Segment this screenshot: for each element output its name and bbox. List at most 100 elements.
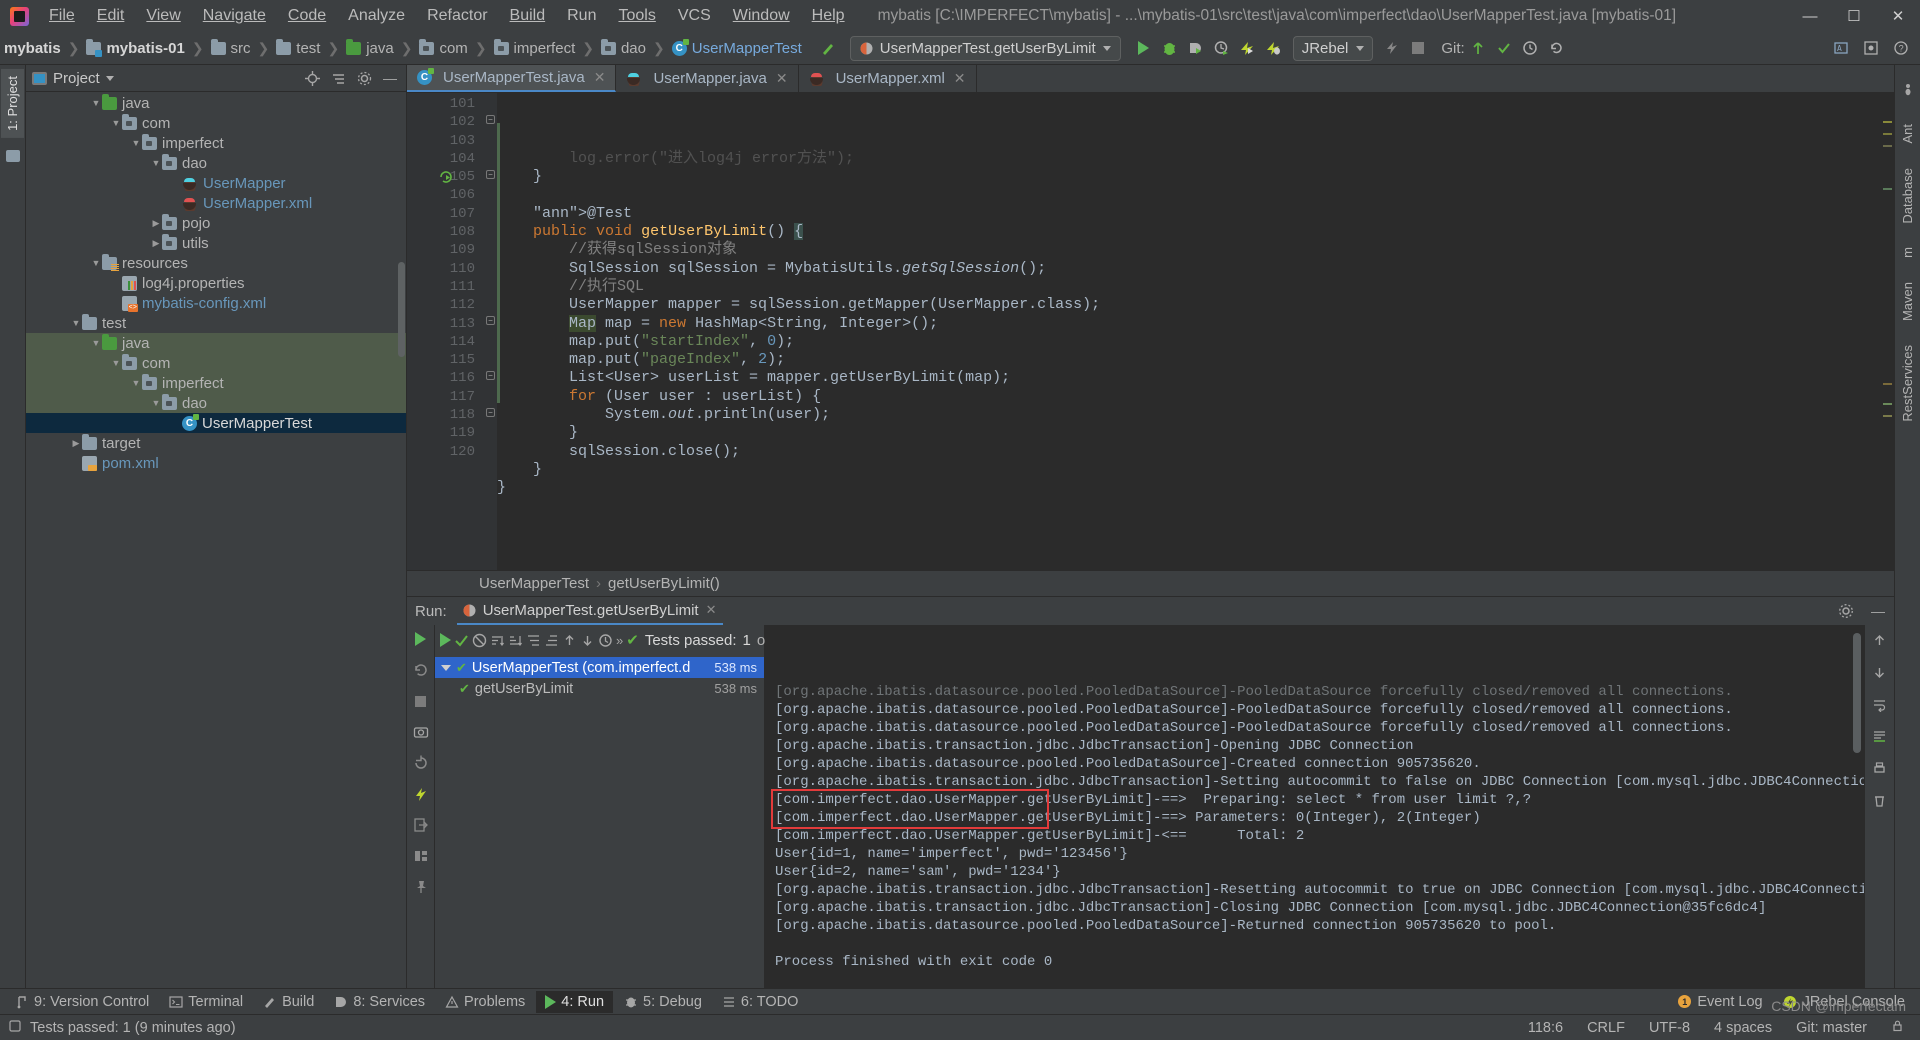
breadcrumb-dao[interactable]: dao xyxy=(599,38,648,59)
chevron-down-icon[interactable]: ▼ xyxy=(150,158,162,168)
code-text[interactable]: log.error("进入log4j error方法"); } "ann">@T… xyxy=(497,93,1880,570)
build-hammer-icon[interactable] xyxy=(816,35,842,61)
settings-icon[interactable] xyxy=(354,68,374,88)
breadcrumb-com[interactable]: com xyxy=(417,38,469,59)
structure-icon[interactable] xyxy=(3,146,23,166)
close-icon[interactable]: ✕ xyxy=(594,69,606,86)
code-line[interactable]: } xyxy=(497,479,1880,497)
breadcrumb-src[interactable]: src xyxy=(209,38,253,59)
git-commit-icon[interactable] xyxy=(1491,35,1517,61)
hide-icon[interactable]: — xyxy=(380,68,400,88)
tree-node-java[interactable]: ▼ java xyxy=(26,93,406,113)
chevron-down-icon[interactable] xyxy=(105,75,114,81)
fold-marker[interactable]: − xyxy=(486,408,495,417)
code-line[interactable] xyxy=(497,186,1880,204)
rerun-failed-icon[interactable] xyxy=(412,661,430,679)
tree-node-usermapper-xml[interactable]: UserMapper.xml xyxy=(26,193,406,213)
code-line[interactable]: log.error("进入log4j error方法"); xyxy=(497,150,1880,168)
breadcrumb-module[interactable]: mybatis-01 xyxy=(84,38,186,59)
down-icon[interactable] xyxy=(1871,663,1889,681)
code-line[interactable] xyxy=(497,498,1880,516)
test-list[interactable]: ✔ UserMapperTest (com.imperfect.d 538 ms ✔ g… xyxy=(435,655,764,699)
menu-code[interactable]: Code xyxy=(277,4,337,28)
collapse-all-icon[interactable] xyxy=(544,629,559,651)
jrebel-selector[interactable]: JRebel xyxy=(1292,35,1374,61)
git-update-icon[interactable] xyxy=(1465,35,1491,61)
tree-node-imperfect[interactable]: ▼ imperfect xyxy=(26,133,406,153)
code-line[interactable]: public void getUserByLimit() { xyxy=(497,223,1880,241)
project-tree-scrollbar[interactable] xyxy=(398,262,405,357)
tree-node-resources[interactable]: ▼ resources xyxy=(26,253,406,273)
tree-node-java[interactable]: ▼ java xyxy=(26,333,406,353)
jrebel-side-icon[interactable] xyxy=(412,785,430,803)
run-with-coverage-icon[interactable] xyxy=(1183,35,1209,61)
next-test-icon[interactable] xyxy=(580,629,595,651)
pin-icon[interactable] xyxy=(412,878,430,896)
menu-vcs[interactable]: VCS xyxy=(667,4,722,28)
breadcrumb-class[interactable]: C UserMapperTest xyxy=(670,38,804,59)
menu-run[interactable]: Run xyxy=(556,4,607,28)
sidebar-tab-m[interactable]: m xyxy=(1896,240,1919,265)
code-line[interactable]: SqlSession sqlSession = MybatisUtils.get… xyxy=(497,260,1880,278)
up-icon[interactable] xyxy=(1871,631,1889,649)
run-configuration-selector[interactable]: UserMapperTest.getUserByLimit xyxy=(849,35,1121,61)
close-button[interactable]: ✕ xyxy=(1876,0,1920,32)
tree-node-pojo[interactable]: ▶ pojo xyxy=(26,213,406,233)
fold-marker[interactable]: − xyxy=(486,316,495,325)
chevron-down-icon[interactable]: ▼ xyxy=(110,118,122,128)
scroll-end-icon[interactable] xyxy=(1871,727,1889,745)
code-line[interactable]: //获得sqlSession对象 xyxy=(497,241,1880,259)
breadcrumb-class-name[interactable]: UserMapperTest xyxy=(479,575,589,592)
collapse-all-icon[interactable] xyxy=(328,68,348,88)
chevron-down-icon[interactable]: ▼ xyxy=(70,318,82,328)
tree-node-test[interactable]: ▼ test xyxy=(26,313,406,333)
tree-node-dao[interactable]: ▼ dao xyxy=(26,153,406,173)
git-history-icon[interactable] xyxy=(1517,35,1543,61)
lock-icon[interactable] xyxy=(1883,1017,1912,1038)
tree-node-log4j-properties[interactable]: log4j.properties xyxy=(26,273,406,293)
prev-test-icon[interactable] xyxy=(562,629,577,651)
profile-icon[interactable] xyxy=(1209,35,1235,61)
chevron-down-icon[interactable]: ▼ xyxy=(110,358,122,368)
debug-icon[interactable] xyxy=(1157,35,1183,61)
locate-icon[interactable] xyxy=(302,68,322,88)
tree-node-mybatis-config-xml[interactable]: mybatis-config.xml xyxy=(26,293,406,313)
settings-icon[interactable] xyxy=(1858,35,1884,61)
chevron-down-icon[interactable] xyxy=(441,664,451,671)
file-encoding[interactable]: UTF-8 xyxy=(1641,1018,1698,1038)
menu-tools[interactable]: Tools xyxy=(607,4,666,28)
breadcrumb-project[interactable]: mybatis xyxy=(2,38,63,59)
chevron-down-icon[interactable]: ▼ xyxy=(130,378,142,388)
test-row[interactable]: ✔ getUserByLimit 538 ms xyxy=(435,678,764,699)
code-line[interactable]: } xyxy=(497,424,1880,442)
test-results-tree[interactable]: » ✔ Tests passed: 1 of 1 test – 538 ms ✔… xyxy=(435,625,876,988)
sidebar-tab-project[interactable]: 1: Project xyxy=(1,69,24,138)
chevron-down-icon[interactable]: ▼ xyxy=(90,258,102,268)
sidebar-tab-restservices[interactable]: RestServices xyxy=(1896,338,1919,429)
chevron-right-icon[interactable]: ▶ xyxy=(150,218,162,229)
chevron-down-icon[interactable]: ▼ xyxy=(90,338,102,348)
code-line[interactable]: "ann">@Test xyxy=(497,205,1880,223)
code-line[interactable]: Map map = new HashMap<String, Integer>()… xyxy=(497,314,1880,333)
tree-node-target[interactable]: ▶ target xyxy=(26,433,406,453)
tool-window-debug[interactable]: 5: Debug xyxy=(615,991,711,1013)
tool-window-run[interactable]: 4: Run xyxy=(536,990,614,1013)
editor-minimap[interactable] xyxy=(1880,93,1894,570)
history-icon[interactable] xyxy=(598,629,613,651)
screenshot-icon[interactable] xyxy=(412,723,430,741)
menu-refactor[interactable]: Refactor xyxy=(416,4,498,28)
menu-edit[interactable]: Edit xyxy=(86,4,136,28)
breadcrumb-test[interactable]: test xyxy=(274,38,322,59)
chevron-down-icon[interactable]: ▼ xyxy=(150,398,162,408)
close-icon[interactable]: ✕ xyxy=(954,70,966,87)
sort-duration-icon[interactable] xyxy=(508,629,523,651)
breadcrumb-imperfect[interactable]: imperfect xyxy=(492,38,578,59)
code-line[interactable]: for (User user : userList) { xyxy=(497,388,1880,406)
chevron-down-icon[interactable]: ▼ xyxy=(130,138,142,148)
code-line[interactable]: System.out.println(user); xyxy=(497,406,1880,424)
tree-node-imperfect[interactable]: ▼ imperfect xyxy=(26,373,406,393)
layout-icon[interactable] xyxy=(412,847,430,865)
jrebel-debug-icon[interactable] xyxy=(1261,35,1287,61)
breadcrumb-method-name[interactable]: getUserByLimit() xyxy=(608,575,720,592)
menu-analyze[interactable]: Analyze xyxy=(337,4,416,28)
